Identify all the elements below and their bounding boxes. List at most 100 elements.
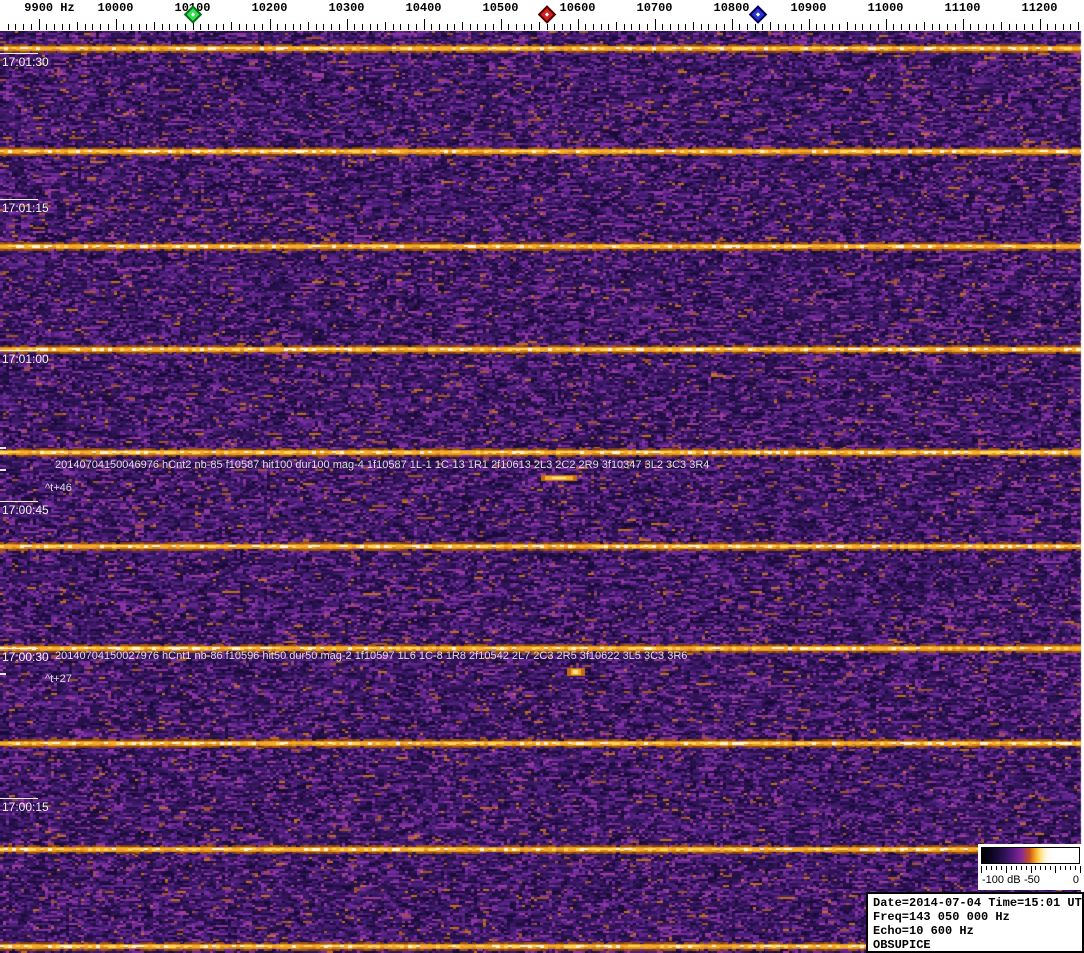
axis-tick [116, 19, 117, 30]
axis-tick [108, 24, 109, 30]
axis-tick [31, 24, 32, 30]
colorbar-tick [996, 866, 997, 870]
axis-tick [593, 24, 594, 30]
colorbar-tick [1011, 866, 1012, 870]
red-marker-diamond[interactable] [537, 5, 555, 23]
axis-tick [416, 24, 417, 30]
axis-tick [547, 24, 548, 30]
axis-tick [531, 24, 532, 30]
axis-tick [77, 22, 78, 30]
axis-tick [15, 24, 16, 30]
axis-tick [177, 24, 178, 30]
axis-tick [939, 24, 940, 30]
colorbar-tick [1045, 866, 1046, 870]
axis-tick [570, 24, 571, 30]
colorbar-gradient [981, 847, 1080, 864]
axis-tick [732, 19, 733, 30]
axis-tick [1070, 24, 1071, 30]
axis-frequency-label: 10800 [713, 1, 749, 15]
colorbar-tick [1031, 866, 1032, 873]
colorbar-label-mid: -50 [1024, 874, 1040, 886]
axis-tick [447, 24, 448, 30]
axis-tick [216, 24, 217, 30]
axis-tick [978, 24, 979, 30]
axis-tick [647, 24, 648, 30]
axis-tick [655, 19, 656, 30]
colorbar-tick [1021, 866, 1022, 870]
axis-tick [262, 24, 263, 30]
axis-tick [986, 24, 987, 30]
axis-tick [639, 24, 640, 30]
axis-tick [239, 24, 240, 30]
axis-tick [585, 24, 586, 30]
axis-tick [431, 24, 432, 30]
axis-tick [462, 22, 463, 30]
axis-tick [724, 24, 725, 30]
axis-tick [562, 24, 563, 30]
axis-tick [631, 24, 632, 30]
axis-tick [770, 22, 771, 30]
axis-tick [932, 24, 933, 30]
blue-marker-diamond[interactable] [749, 5, 767, 23]
axis-tick [893, 24, 894, 30]
axis-tick [755, 24, 756, 30]
colorbar-tick [1055, 866, 1056, 873]
axis-tick [501, 19, 502, 30]
axis-tick [100, 24, 101, 30]
axis-tick [485, 24, 486, 30]
axis-tick [323, 24, 324, 30]
axis-tick [139, 24, 140, 30]
axis-tick [1016, 24, 1017, 30]
axis-tick [393, 24, 394, 30]
axis-tick [293, 24, 294, 30]
axis-tick [708, 24, 709, 30]
colorbar-tick [991, 866, 992, 870]
colorbar-tick [1035, 866, 1036, 870]
axis-tick [793, 24, 794, 30]
axis-tick [200, 24, 201, 30]
info-station: OBSUPICE [873, 938, 1082, 952]
axis-tick [400, 24, 401, 30]
axis-tick [347, 19, 348, 30]
axis-tick [123, 24, 124, 30]
axis-tick [801, 24, 802, 30]
axis-tick [46, 24, 47, 30]
axis-tick [162, 24, 163, 30]
axis-tick [339, 24, 340, 30]
colorbar-tick [1080, 866, 1081, 873]
colorbar-tick [1016, 866, 1017, 870]
axis-tick [8, 24, 9, 30]
axis-tick [839, 24, 840, 30]
axis-tick [370, 24, 371, 30]
axis-tick [785, 24, 786, 30]
axis-tick [131, 24, 132, 30]
axis-tick [616, 22, 617, 30]
info-echo: Echo=10 600 Hz [873, 924, 1082, 938]
axis-tick [685, 24, 686, 30]
axis-tick [69, 24, 70, 30]
axis-tick [285, 24, 286, 30]
axis-frequency-label: 11100 [944, 1, 980, 15]
axis-tick [316, 24, 317, 30]
axis-frequency-label: 10900 [790, 1, 826, 15]
axis-tick [470, 24, 471, 30]
axis-tick [169, 24, 170, 30]
axis-tick [847, 22, 848, 30]
axis-tick [85, 24, 86, 30]
axis-frequency-label: 10500 [482, 1, 518, 15]
axis-tick [231, 22, 232, 30]
axis-tick [1001, 22, 1002, 30]
axis-tick [878, 24, 879, 30]
axis-tick [678, 24, 679, 30]
axis-tick [870, 24, 871, 30]
axis-tick [924, 22, 925, 30]
axis-tick [601, 24, 602, 30]
spectrogram-app-window: 9900 Hz100001010010200103001040010500106… [0, 0, 1084, 953]
axis-tick [855, 24, 856, 30]
axis-frequency-label: 10200 [251, 1, 287, 15]
axis-frequency-label: 11000 [867, 1, 903, 15]
axis-tick [1024, 24, 1025, 30]
colorbar-label-max: 0 [1073, 874, 1079, 886]
colorbar-tick [1006, 866, 1007, 873]
axis-tick [747, 24, 748, 30]
